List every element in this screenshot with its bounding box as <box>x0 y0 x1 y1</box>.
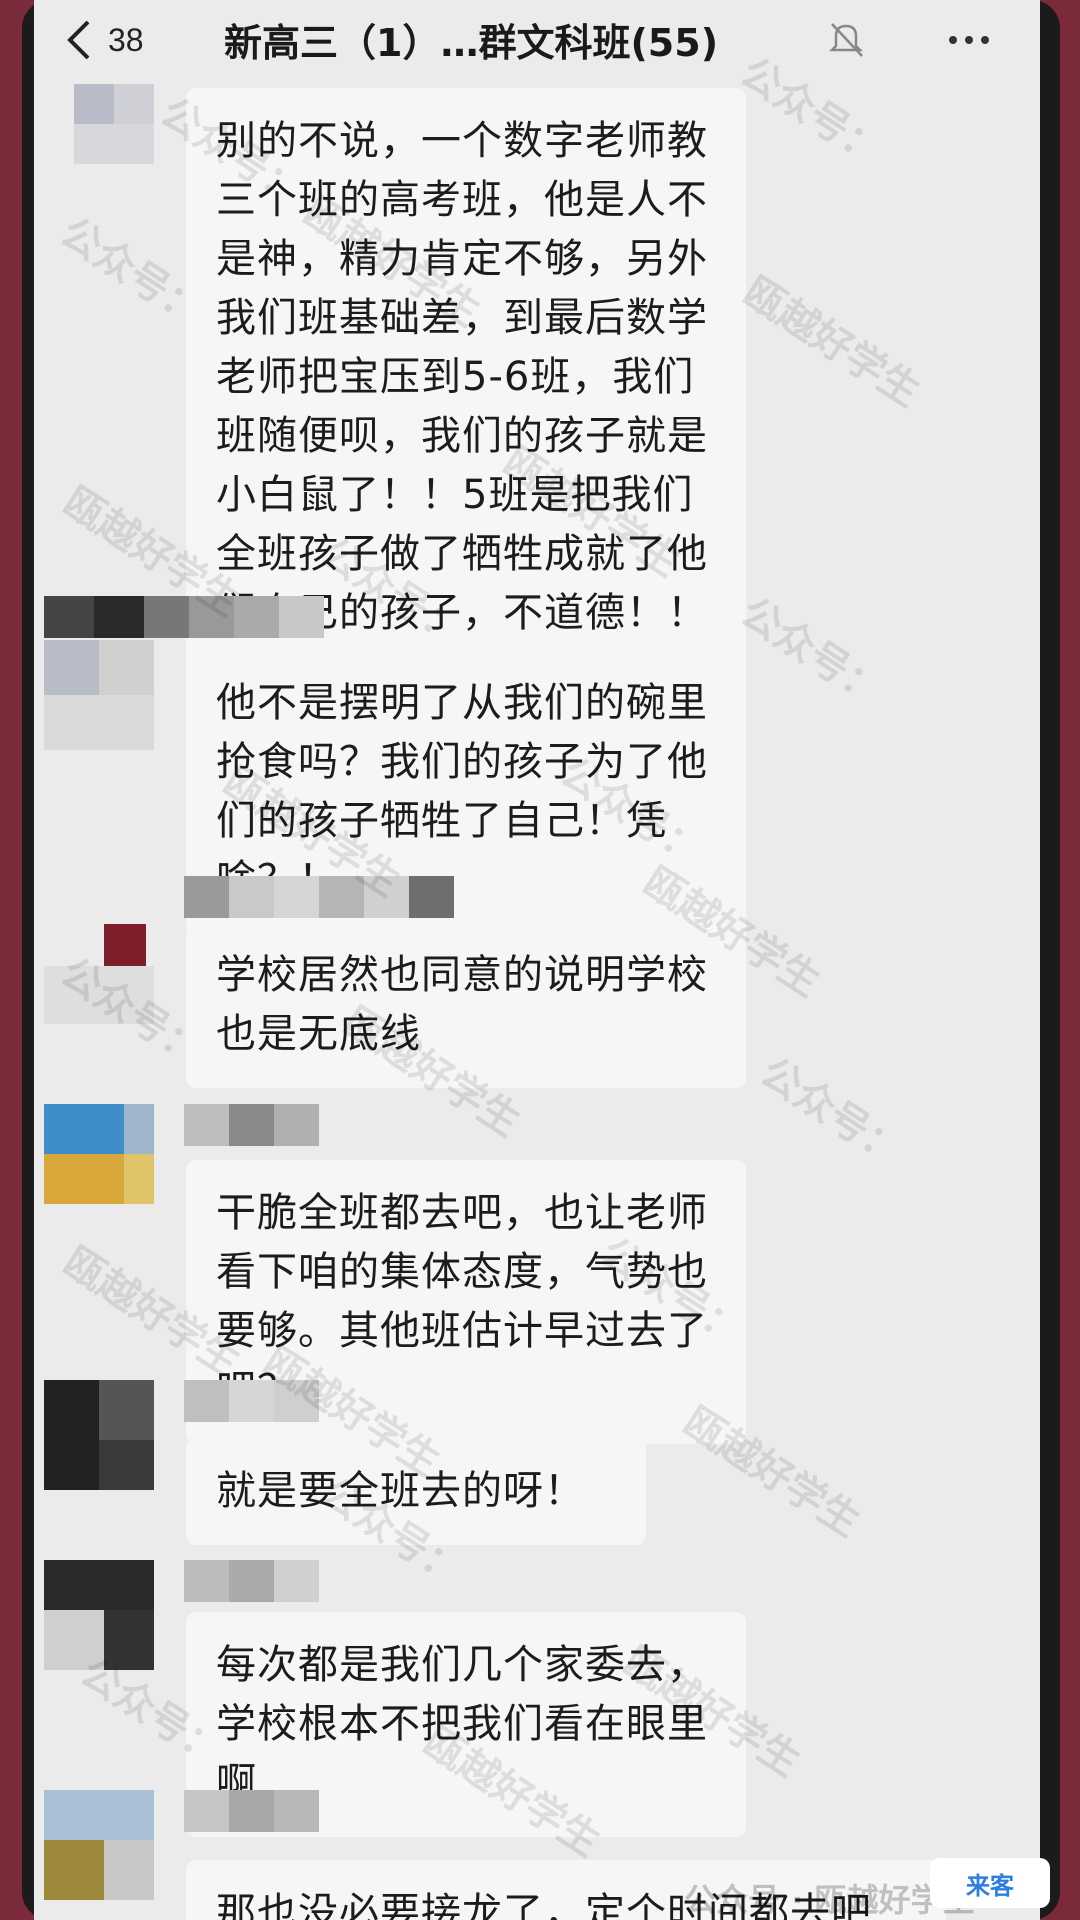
chat-header: 38 新高三（1）…群文科班(55) <box>34 0 1040 80</box>
chat-screen: 38 新高三（1）…群文科班(55) 别的不说，一个数字老师教三个班的高考班，他… <box>34 0 1040 1920</box>
avatar[interactable] <box>44 84 154 164</box>
message-bubble[interactable]: 就是要全班去的呀！ <box>186 1438 646 1545</box>
avatar[interactable] <box>44 1790 154 1900</box>
message-bubble[interactable]: 别的不说，一个数字老师教三个班的高考班，他是人不是神，精力肯定不够，另外我们班基… <box>186 88 746 667</box>
watermark: 公众号： <box>732 589 892 716</box>
message-bubble[interactable]: 学校居然也同意的说明学校也是无底线 <box>186 922 746 1088</box>
back-button[interactable]: 38 <box>64 14 174 66</box>
avatar[interactable] <box>44 640 154 750</box>
avatar[interactable] <box>44 1104 154 1214</box>
more-options-icon[interactable] <box>939 20 999 60</box>
chat-title: 新高三（1）…群文科班(55) <box>224 21 719 65</box>
sender-name <box>184 1790 319 1832</box>
avatar[interactable] <box>44 1560 154 1670</box>
sender-name <box>44 596 324 638</box>
mute-bell-icon <box>828 23 864 57</box>
sender-name <box>184 1560 319 1602</box>
avatar[interactable] <box>44 1380 154 1490</box>
corner-badge: 来客 <box>930 1858 1050 1908</box>
message-bubble[interactable]: 那也没必要接龙了，定个时间都去吧 <box>186 1860 946 1920</box>
back-arrow-icon <box>67 20 90 60</box>
avatar[interactable] <box>44 914 154 1024</box>
watermark: 瓯越好学生 <box>735 268 929 417</box>
sender-name <box>184 1104 319 1146</box>
watermark: 公众号： <box>752 1049 912 1176</box>
unread-count: 38 <box>108 21 144 58</box>
sender-name <box>184 1380 319 1422</box>
sender-name <box>184 876 454 918</box>
